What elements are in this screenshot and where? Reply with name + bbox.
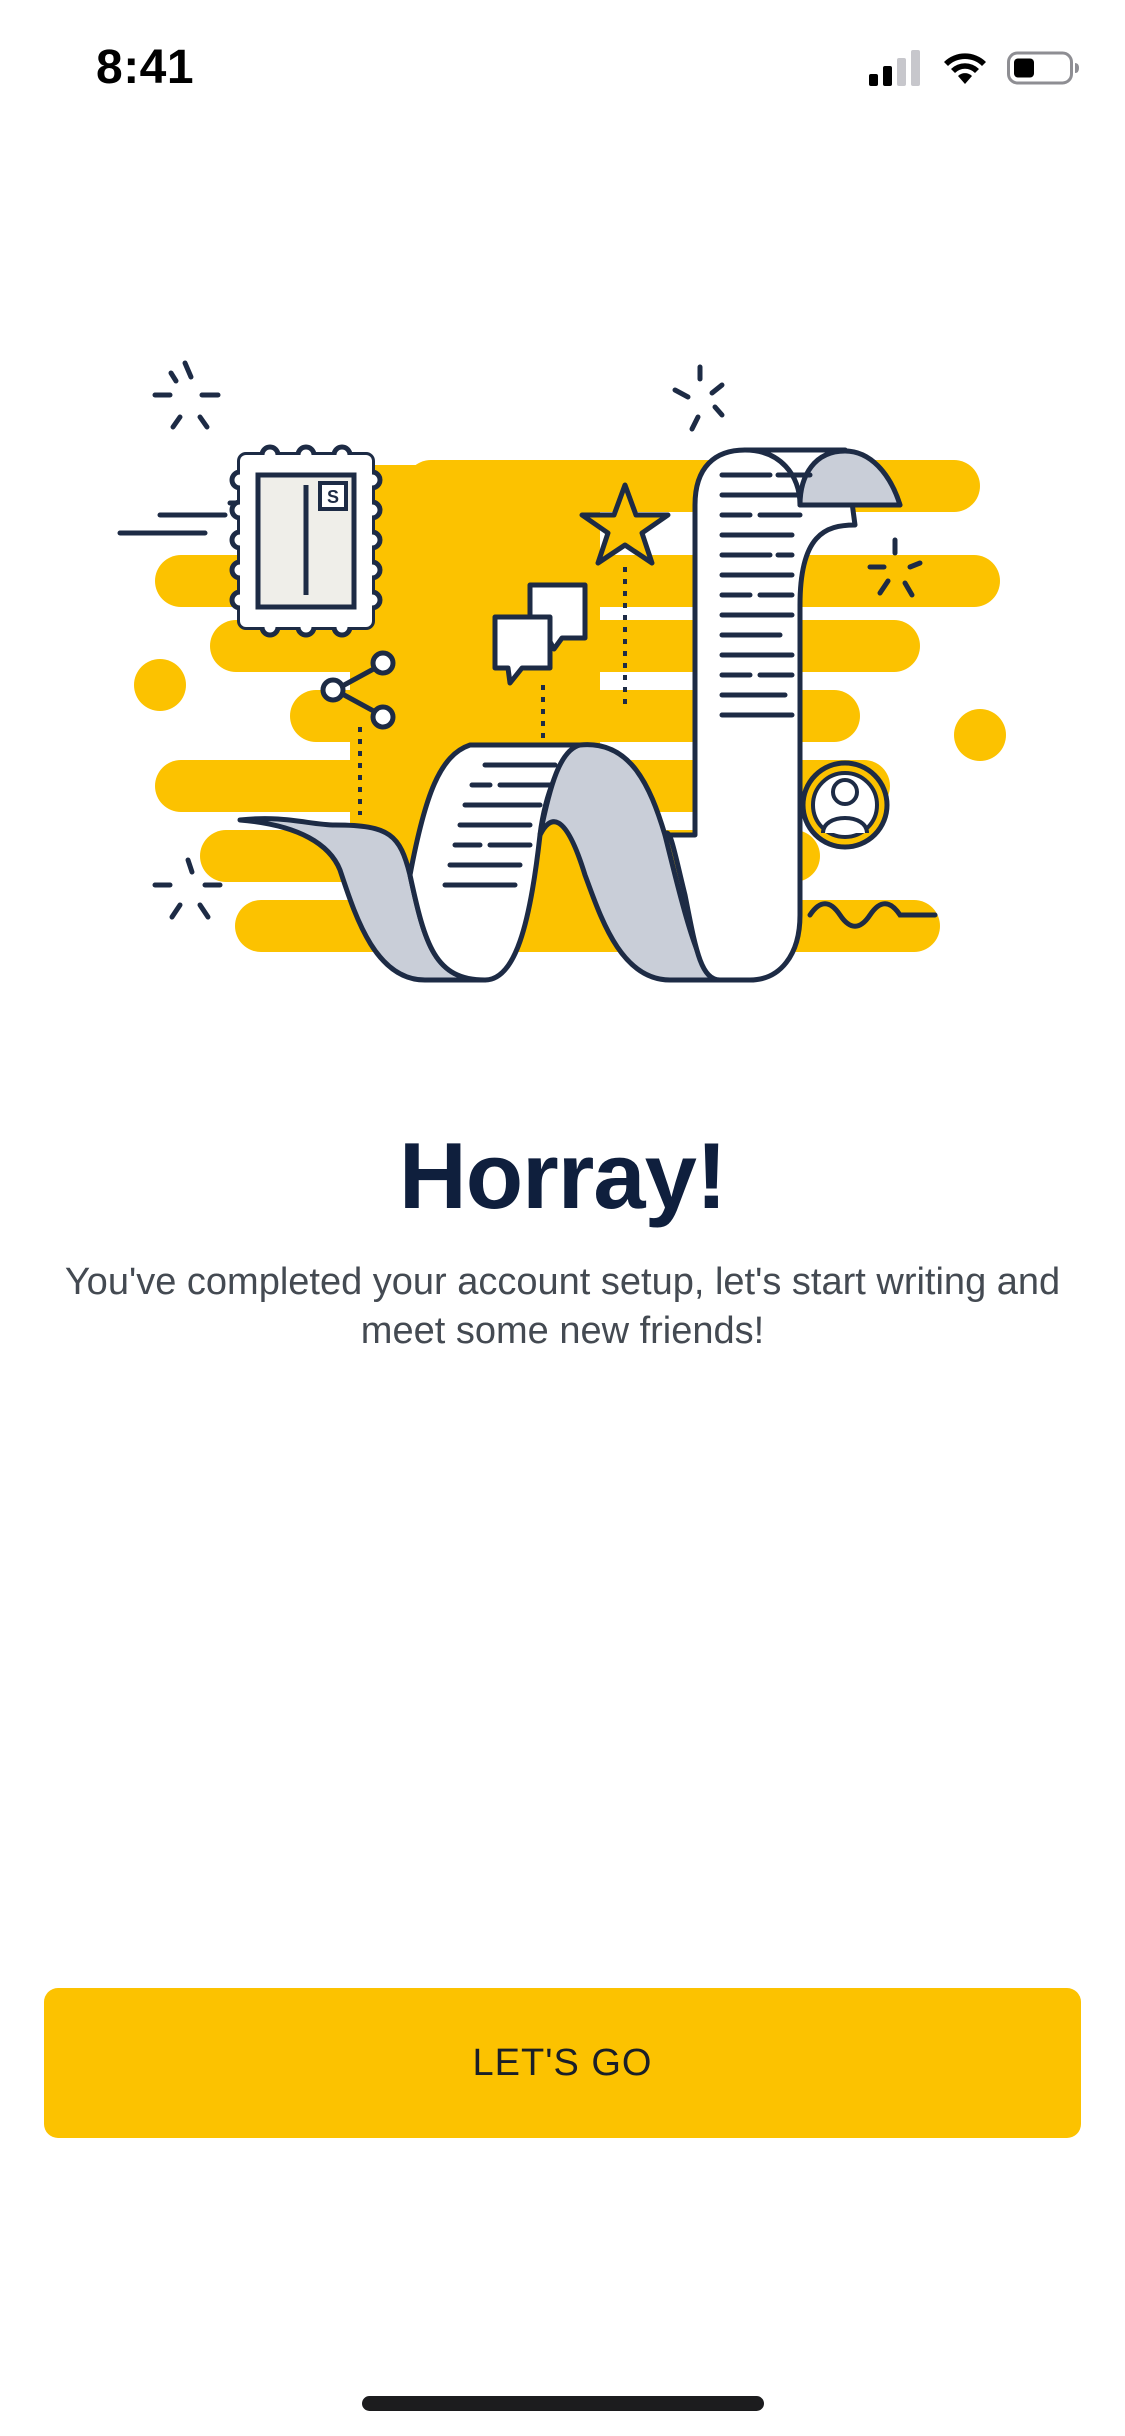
page-title: Horray! xyxy=(398,1123,727,1228)
stamp-mark: S xyxy=(327,487,339,507)
status-icons xyxy=(869,48,1081,92)
postage-stamp-icon: S xyxy=(229,444,383,638)
status-bar: 8:41 xyxy=(0,0,1125,132)
avatar-icon xyxy=(800,760,890,850)
wifi-icon xyxy=(941,50,989,91)
status-time: 8:41 xyxy=(96,41,195,94)
page-subtitle: You've completed your account setup, let… xyxy=(64,1261,1061,1352)
writing-scroll-illustration: S xyxy=(110,355,1030,995)
motion-lines xyxy=(117,500,243,536)
lets-go-button-label: LET'S GO xyxy=(472,2041,653,2084)
cellular-signal-icon xyxy=(869,49,923,91)
sparkle-icon xyxy=(152,360,221,430)
lets-go-button[interactable]: LET'S GO xyxy=(44,1988,1081,2138)
home-indicator[interactable] xyxy=(362,2396,764,2411)
battery-icon xyxy=(1007,50,1081,91)
sparkle-icon xyxy=(672,364,725,432)
